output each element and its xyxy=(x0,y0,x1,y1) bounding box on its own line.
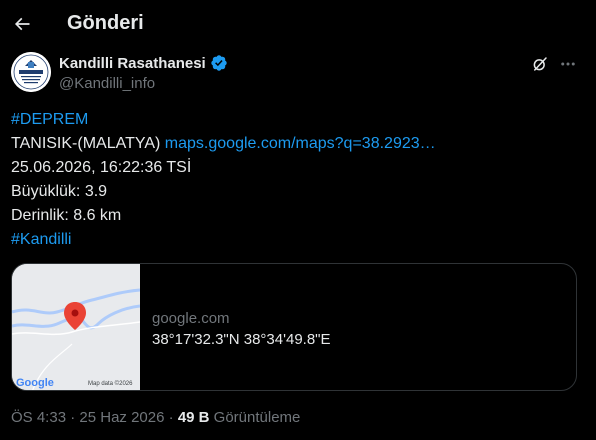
map-link[interactable]: maps.google.com/maps?q=38.2923… xyxy=(165,135,436,152)
card-domain: google.com xyxy=(152,310,230,327)
verified-badge-icon xyxy=(211,55,227,71)
back-button[interactable] xyxy=(8,6,36,42)
map-data-credit: Map data ©2026 xyxy=(88,381,133,387)
grok-icon xyxy=(533,57,547,71)
location-line: TANISIK-(MALATYA) maps.google.com/maps?q… xyxy=(11,132,581,156)
tweet-time[interactable]: ÖS 4:33 xyxy=(11,409,66,426)
google-map-logo: Google xyxy=(16,377,54,389)
kandilli-logo-icon xyxy=(11,52,51,92)
author-handle[interactable]: @Kandilli_info xyxy=(59,75,155,92)
more-horizontal-icon xyxy=(561,62,575,66)
author-name-row: Kandilli Rasathanesi xyxy=(59,54,228,72)
magnitude-line: Büyüklük: 3.9 xyxy=(11,183,108,200)
avatar[interactable] xyxy=(11,52,51,92)
map-image xyxy=(12,264,141,390)
tweet-date[interactable]: 25 Haz 2026 xyxy=(79,409,164,426)
link-preview-card[interactable]: Google Map data ©2026 google.com 38°17'3… xyxy=(11,263,577,391)
map-thumbnail: Google Map data ©2026 xyxy=(12,264,141,390)
author-name[interactable]: Kandilli Rasathanesi xyxy=(59,55,206,72)
grok-button[interactable] xyxy=(528,52,552,76)
meta-separator: · xyxy=(70,409,76,426)
views-count: 49 B xyxy=(177,409,210,426)
card-title: 38°17'32.3"N 38°34'49.8"E xyxy=(152,331,331,348)
views-label: Görüntüleme xyxy=(213,409,301,426)
arrow-left-icon xyxy=(14,17,30,31)
datetime-line: 25.06.2026, 16:22:36 TSİ xyxy=(11,159,192,176)
tweet-meta: ÖS 4:33 · 25 Haz 2026 · 49 B Görüntüleme xyxy=(11,409,300,426)
tweet-text: #DEPREM TANISIK-(MALATYA) maps.google.co… xyxy=(11,108,581,252)
more-options-button[interactable] xyxy=(556,52,580,76)
depth-line: Derinlik: 8.6 km xyxy=(11,207,122,224)
location-text: TANISIK-(MALATYA) xyxy=(11,135,161,152)
hashtag-kandilli[interactable]: #Kandilli xyxy=(11,228,581,252)
page-header: Gönderi xyxy=(0,0,596,48)
page-title: Gönderi xyxy=(67,12,144,34)
hashtag-deprem[interactable]: #DEPREM xyxy=(11,108,581,132)
meta-separator: · xyxy=(168,409,174,426)
